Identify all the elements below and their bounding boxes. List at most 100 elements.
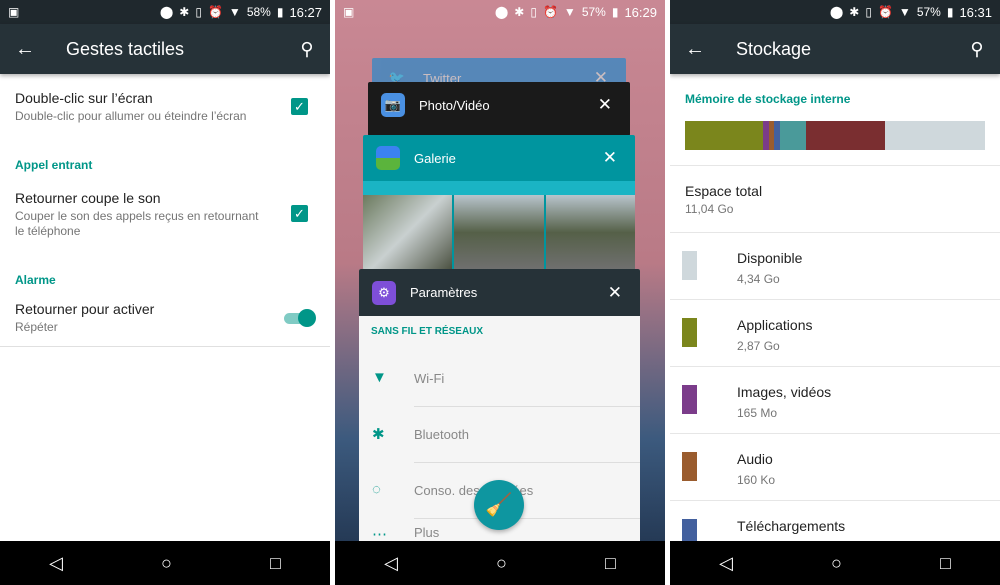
status-bar: ▣ ⬤ ✱ ▯ ⏰ ▼ 58% ▮ 16:27 <box>0 0 330 24</box>
nav-bar: ◁ ○ □ <box>670 541 1000 585</box>
wifi-icon: ▼ <box>228 5 241 19</box>
wifi-icon: ▼ <box>372 369 387 386</box>
recents-icon[interactable]: □ <box>605 553 616 574</box>
settings-icon: ⚙ <box>372 280 396 305</box>
color-swatch <box>682 318 697 347</box>
location-icon: ⬤ <box>159 5 174 19</box>
item-label: Plus <box>414 525 440 540</box>
location-icon: ⬤ <box>494 5 509 19</box>
clock: 16:31 <box>959 4 992 20</box>
page-title: Stockage <box>736 38 812 59</box>
setting-subtitle: Double-clic pour allumer ou éteindre l’é… <box>15 109 247 123</box>
total-label: Espace total <box>685 183 763 199</box>
battery-icon: ▮ <box>611 5 619 19</box>
gallery-thumbnails <box>363 195 635 270</box>
wifi-icon: ▼ <box>898 5 911 19</box>
gestures-screen: ▣ ⬤ ✱ ▯ ⏰ ▼ 58% ▮ 16:27 ← Gestes tactiles ⚲ Dou… <box>0 0 330 585</box>
row-label: Applications <box>737 317 813 333</box>
flip-mute-checkbox[interactable]: ✓ <box>291 205 308 222</box>
color-swatch <box>682 251 697 280</box>
color-swatch <box>682 452 697 481</box>
section-header: SANS FIL ET RÉSEAUX <box>371 326 484 337</box>
data-usage-icon: ◌ <box>372 481 381 498</box>
back-arrow-icon[interactable]: ← <box>0 38 50 61</box>
row-label: Téléchargements <box>737 518 846 534</box>
row-value: 165 Mo <box>737 406 778 420</box>
card-title: Paramètres <box>410 285 478 300</box>
card-title: Photo/Vidéo <box>419 97 490 113</box>
gallery-icon <box>376 146 400 170</box>
storage-segment <box>885 121 985 150</box>
row-value: 4,34 Go <box>737 272 780 286</box>
settings-item-bluetooth[interactable]: ✱ Bluetooth <box>372 407 640 463</box>
bluetooth-icon: ✱ <box>372 426 385 443</box>
flip-activate-setting[interactable]: Retourner pour activer Répéter <box>15 301 315 335</box>
wifi-icon: ▼ <box>563 5 576 19</box>
setting-subtitle: Répéter <box>15 320 58 334</box>
vibrate-icon: ▯ <box>195 5 202 19</box>
section-header: Appel entrant <box>15 158 93 172</box>
total-value: 11,04 Go <box>685 202 734 216</box>
status-bar: ▣ ⬤ ✱ ▯ ⏰ ▼ 57% ▮ 16:29 <box>335 0 665 24</box>
setting-title: Double-clic sur l’écran <box>15 90 153 106</box>
close-icon[interactable]: ✕ <box>598 95 612 115</box>
flip-activate-toggle[interactable] <box>284 309 316 327</box>
alarm-icon: ⏰ <box>542 5 558 19</box>
battery-icon: ▮ <box>276 5 284 19</box>
storage-usage-bar <box>685 121 985 150</box>
close-icon[interactable]: ✕ <box>608 283 622 303</box>
status-bar: ⬤ ✱ ▯ ⏰ ▼ 57% ▮ 16:31 <box>670 0 1000 24</box>
battery-percent: 58% <box>246 5 271 19</box>
recent-card-galerie[interactable]: Galerie ✕ <box>363 135 635 270</box>
storage-row[interactable]: Applications 2,87 Go <box>670 300 1000 367</box>
alarm-icon: ⏰ <box>207 5 223 19</box>
recent-card-photo-video[interactable]: 📷 Photo/Vidéo ✕ <box>368 82 630 136</box>
row-value: 160 Ko <box>737 473 776 487</box>
setting-title: Retourner coupe le son <box>15 190 161 206</box>
page-title: Gestes tactiles <box>66 38 185 59</box>
back-icon[interactable]: ◁ <box>719 553 733 574</box>
storage-row[interactable]: Images, vidéos 165 Mo <box>670 367 1000 434</box>
settings-item-data-usage[interactable]: ◌ Conso. des données <box>372 463 640 519</box>
double-tap-checkbox[interactable]: ✓ <box>291 98 308 115</box>
vibrate-icon: ▯ <box>530 5 537 19</box>
flip-mute-setting[interactable]: Retourner coupe le son Couper le son des… <box>15 190 270 239</box>
bluetooth-icon: ✱ <box>179 5 190 19</box>
item-label: Bluetooth <box>414 427 469 442</box>
settings-item-wifi[interactable]: ▼ Wi-Fi <box>372 351 640 407</box>
setting-title: Retourner pour activer <box>15 301 155 317</box>
battery-percent: 57% <box>916 5 941 19</box>
bluetooth-icon: ✱ <box>514 5 525 19</box>
home-icon[interactable]: ○ <box>831 553 842 574</box>
alarm-icon: ⏰ <box>877 5 893 19</box>
color-swatch <box>682 385 697 414</box>
storage-segment <box>806 121 886 150</box>
row-label: Audio <box>737 451 773 467</box>
search-icon[interactable]: ⚲ <box>954 39 1000 60</box>
storage-row[interactable]: Audio 160 Ko <box>670 434 1000 501</box>
setting-subtitle: Couper le son des appels reçus en retour… <box>15 209 259 238</box>
total-space: Espace total 11,04 Go <box>685 183 762 217</box>
double-tap-setting[interactable]: Double-clic sur l’écran Double-clic pour… <box>15 90 315 124</box>
storage-row[interactable]: Disponible 4,34 Go <box>670 233 1000 300</box>
location-icon: ⬤ <box>829 5 844 19</box>
home-icon[interactable]: ○ <box>161 553 172 574</box>
nav-bar: ◁ ○ □ <box>335 541 665 585</box>
home-icon[interactable]: ○ <box>496 553 507 574</box>
recents-icon[interactable]: □ <box>270 553 281 574</box>
card-title: Galerie <box>414 150 456 166</box>
camera-icon: 📷 <box>381 93 405 117</box>
search-icon[interactable]: ⚲ <box>284 39 330 60</box>
clock: 16:29 <box>624 4 657 20</box>
item-label: Wi-Fi <box>414 371 445 386</box>
clear-all-button[interactable]: 🧹 <box>474 480 524 530</box>
back-arrow-icon[interactable]: ← <box>670 38 720 61</box>
battery-icon: ▮ <box>946 5 954 19</box>
recents-icon[interactable]: □ <box>940 553 951 574</box>
clock: 16:27 <box>289 4 322 20</box>
row-label: Disponible <box>737 250 803 266</box>
close-icon[interactable]: ✕ <box>603 148 617 168</box>
back-icon[interactable]: ◁ <box>49 553 63 574</box>
back-icon[interactable]: ◁ <box>384 553 398 574</box>
image-notification-icon: ▣ <box>343 5 355 19</box>
